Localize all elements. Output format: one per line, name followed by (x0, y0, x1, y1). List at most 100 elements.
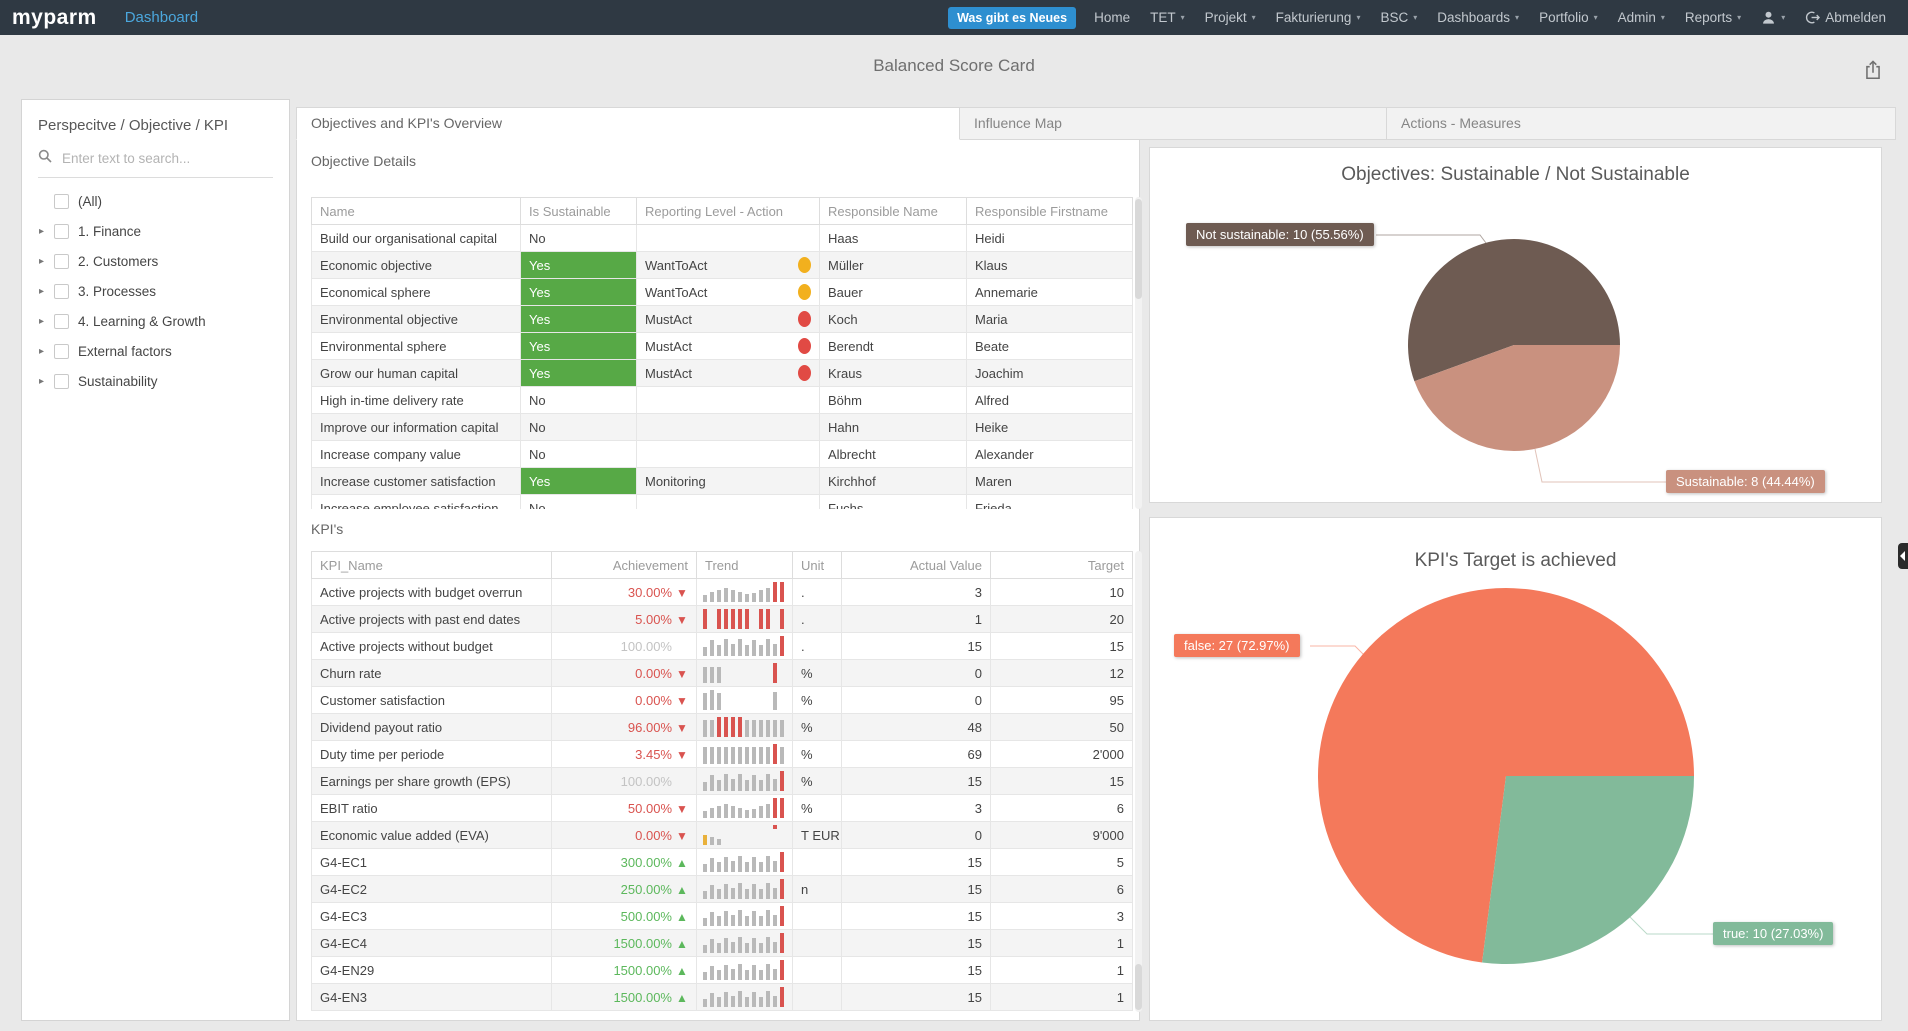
whats-new-badge[interactable]: Was gibt es Neues (948, 7, 1076, 29)
checkbox[interactable] (54, 344, 69, 359)
nav-item-tet[interactable]: TET▾ (1140, 0, 1195, 35)
objective-row-high-in-time-delivery-rate[interactable]: High in-time delivery rateNoBöhmAlfred (312, 387, 1133, 414)
nav-item-user-icon[interactable]: ▾ (1751, 0, 1795, 35)
tree-item-3-processes[interactable]: ▸3. Processes (22, 276, 289, 306)
checkbox[interactable] (54, 194, 69, 209)
checkbox[interactable] (54, 254, 69, 269)
responsible-firstname-cell: Heike (967, 414, 1133, 441)
column-header-actual-value[interactable]: Actual Value (842, 552, 991, 579)
nav-item-admin[interactable]: Admin▾ (1608, 0, 1675, 35)
nav-item-label: Projekt (1205, 10, 1247, 25)
objective-row-increase-employee-satisfaction[interactable]: Increase employee satisfactionNoFuchsFri… (312, 495, 1133, 510)
kpi-scrollbar[interactable] (1135, 551, 1142, 1012)
column-header-target[interactable]: Target (991, 552, 1133, 579)
column-header-achievement[interactable]: Achievement (552, 552, 697, 579)
target-cell: 12 (991, 660, 1133, 687)
tree-item-4-learning-growth[interactable]: ▸4. Learning & Growth (22, 306, 289, 336)
kpi-name-cell: EBIT ratio (312, 795, 552, 822)
expand-arrow-icon[interactable]: ▸ (39, 256, 54, 267)
kpi-row-g4-ec2[interactable]: G4-EC2250.00%▲n156 (312, 876, 1133, 903)
objective-row-build-our-organisational-capital[interactable]: Build our organisational capitalNoHaasHe… (312, 225, 1133, 252)
tree-item-1-finance[interactable]: ▸1. Finance (22, 216, 289, 246)
tab-objectives-overview[interactable]: Objectives and KPI's Overview (296, 107, 960, 140)
checkbox[interactable] (54, 314, 69, 329)
sparkline (703, 987, 786, 1007)
tree-item-external-factors[interactable]: ▸External factors (22, 336, 289, 366)
nav-item-projekt[interactable]: Projekt ▾ (1195, 0, 1266, 35)
objective-row-economic-objective[interactable]: Economic objectiveYesWantToActMüllerKlau… (312, 252, 1133, 279)
column-header-name[interactable]: Name (312, 198, 521, 225)
kpi-row-active-projects-with-past-end-dates[interactable]: Active projects with past end dates5.00%… (312, 606, 1133, 633)
objective-row-environmental-sphere[interactable]: Environmental sphereYesMustActBerendtBea… (312, 333, 1133, 360)
checkbox[interactable] (54, 284, 69, 299)
achievement-value: 100.00% (621, 774, 672, 789)
objective-name-cell: Environmental sphere (312, 333, 521, 360)
kpi-row-economic-value-added-eva[interactable]: Economic value added (EVA)0.00%▼T EUR09'… (312, 822, 1133, 849)
kpi-name-cell: Earnings per share growth (EPS) (312, 768, 552, 795)
nav-item-label: Fakturierung (1276, 10, 1352, 25)
scrollbar-thumb[interactable] (1135, 199, 1142, 299)
nav-item-abmelden[interactable]: Abmelden (1795, 0, 1896, 35)
expand-arrow-icon[interactable]: ▸ (39, 286, 54, 297)
scrollbar-thumb[interactable] (1135, 964, 1142, 1010)
kpi-row-dividend-payout-ratio[interactable]: Dividend payout ratio96.00%▼%4850 (312, 714, 1133, 741)
nav-item-bsc[interactable]: BSC▾ (1370, 0, 1427, 35)
kpi-row-churn-rate[interactable]: Churn rate0.00%▼%012 (312, 660, 1133, 687)
responsible-firstname-cell: Beate (967, 333, 1133, 360)
checkbox[interactable] (54, 224, 69, 239)
column-header-trend[interactable]: Trend (697, 552, 793, 579)
trend-cell (697, 903, 793, 930)
objective-row-grow-our-human-capital[interactable]: Grow our human capitalYesMustActKrausJoa… (312, 360, 1133, 387)
objective-row-environmental-objective[interactable]: Environmental objectiveYesMustActKochMar… (312, 306, 1133, 333)
tree-item-all[interactable]: (All) (22, 186, 289, 216)
objective-row-economical-sphere[interactable]: Economical sphereYesWantToActBauerAnnema… (312, 279, 1133, 306)
kpi-row-earnings-per-share-growth-eps[interactable]: Earnings per share growth (EPS)100.00%%1… (312, 768, 1133, 795)
expand-arrow-icon[interactable]: ▸ (39, 346, 54, 357)
objective-row-increase-customer-satisfaction[interactable]: Increase customer satisfactionYesMonitor… (312, 468, 1133, 495)
kpi-row-g4-ec3[interactable]: G4-EC3500.00%▲153 (312, 903, 1133, 930)
kpi-row-customer-satisfaction[interactable]: Customer satisfaction0.00%▼%095 (312, 687, 1133, 714)
column-header-unit[interactable]: Unit (793, 552, 842, 579)
kpi-row-active-projects-without-budget[interactable]: Active projects without budget100.00%.15… (312, 633, 1133, 660)
splitter-handle[interactable] (1898, 543, 1908, 569)
nav-dashboard-link[interactable]: Dashboard (125, 9, 198, 26)
kpi-row-ebit-ratio[interactable]: EBIT ratio50.00%▼%36 (312, 795, 1133, 822)
is-sustainable-cell: No (521, 225, 637, 252)
nav-item-reports[interactable]: Reports▾ (1675, 0, 1751, 35)
objective-details-scrollbar[interactable] (1135, 197, 1142, 509)
kpi-name-cell: Active projects without budget (312, 633, 552, 660)
expand-arrow-icon[interactable]: ▸ (39, 226, 54, 237)
column-header-kpi-name[interactable]: KPI_Name (312, 552, 552, 579)
search-input[interactable] (60, 150, 273, 167)
column-header-is-sustainable[interactable]: Is Sustainable (521, 198, 637, 225)
expand-arrow-icon[interactable]: ▸ (39, 316, 54, 327)
objective-row-improve-our-information-capital[interactable]: Improve our information capitalNoHahnHei… (312, 414, 1133, 441)
objective-name-cell: Increase customer satisfaction (312, 468, 521, 495)
nav-item-home[interactable]: Home (1084, 0, 1140, 35)
tab-actions-measures[interactable]: Actions - Measures (1387, 107, 1896, 140)
kpi-row-g4-en29[interactable]: G4-EN291500.00%▲151 (312, 957, 1133, 984)
kpi-row-g4-en3[interactable]: G4-EN31500.00%▲151 (312, 984, 1133, 1011)
chevron-down-icon: ▾ (1252, 13, 1256, 22)
tab-influence-map[interactable]: Influence Map (960, 107, 1387, 140)
expand-arrow-icon[interactable]: ▸ (39, 376, 54, 387)
app-logo[interactable]: myparm (12, 6, 97, 30)
column-header-responsible-name[interactable]: Responsible Name (820, 198, 967, 225)
export-button[interactable] (1860, 58, 1886, 84)
column-header-reporting-level-action[interactable]: Reporting Level - Action (637, 198, 820, 225)
nav-item-portfolio[interactable]: Portfolio▾ (1529, 0, 1608, 35)
kpi-row-duty-time-per-periode[interactable]: Duty time per periode3.45%▼%692'000 (312, 741, 1133, 768)
pie-slice-true[interactable] (1482, 776, 1694, 964)
kpi-row-g4-ec1[interactable]: G4-EC1300.00%▲155 (312, 849, 1133, 876)
sparkline (703, 906, 786, 926)
achievement-value: 1500.00% (613, 963, 672, 978)
nav-item-fakturierung[interactable]: Fakturierung▾ (1266, 0, 1371, 35)
objective-row-increase-company-value[interactable]: Increase company valueNoAlbrechtAlexande… (312, 441, 1133, 468)
tree-item-2-customers[interactable]: ▸2. Customers (22, 246, 289, 276)
column-header-responsible-firstname[interactable]: Responsible Firstname (967, 198, 1133, 225)
kpi-row-g4-ec4[interactable]: G4-EC41500.00%▲151 (312, 930, 1133, 957)
nav-item-dashboards[interactable]: Dashboards▾ (1427, 0, 1529, 35)
kpi-row-active-projects-with-budget-overrun[interactable]: Active projects with budget overrun30.00… (312, 579, 1133, 606)
checkbox[interactable] (54, 374, 69, 389)
tree-item-sustainability[interactable]: ▸Sustainability (22, 366, 289, 396)
